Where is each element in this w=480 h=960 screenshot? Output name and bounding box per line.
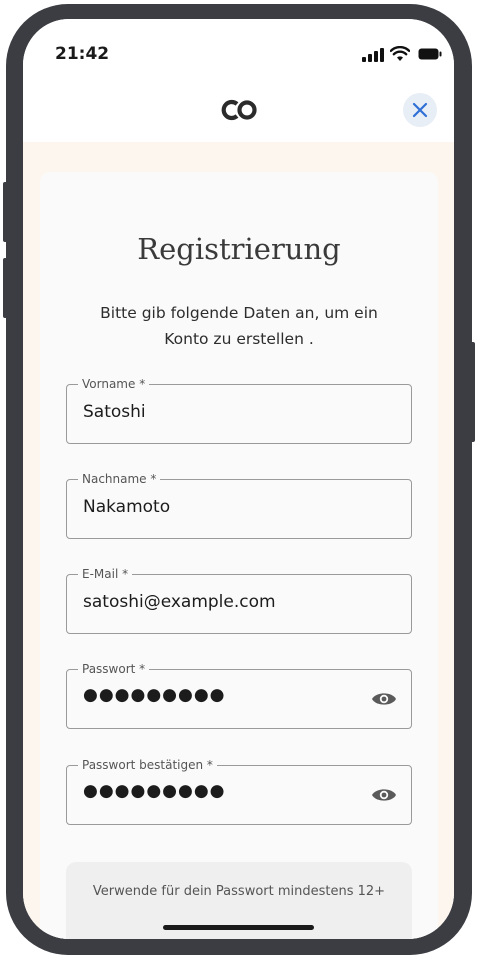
co-logo	[221, 99, 257, 121]
confirm-password-field[interactable]: Passwort bestätigen * ●●●●●●●●●	[66, 756, 412, 825]
field-label: Passwort bestätigen *	[78, 756, 217, 774]
home-indicator[interactable]	[163, 925, 314, 930]
field-label: Passwort *	[78, 660, 150, 678]
volume-button	[3, 258, 8, 318]
field-value[interactable]: satoshi@example.com	[83, 592, 276, 612]
power-button	[470, 342, 475, 442]
app-header	[23, 89, 454, 142]
eye-icon[interactable]	[371, 689, 397, 709]
page-subtitle: Bitte gib folgende Daten an, um ein Kont…	[100, 304, 378, 348]
first-name-field[interactable]: Vorname * Satoshi	[66, 375, 412, 444]
email-field[interactable]: E-Mail * satoshi@example.com	[66, 565, 412, 634]
field-label: Nachname *	[78, 470, 161, 488]
field-value[interactable]: Satoshi	[83, 402, 146, 422]
password-value[interactable]: ●●●●●●●●●	[83, 685, 226, 705]
page-title: Registrierung	[137, 232, 341, 266]
field-value[interactable]: Nakamoto	[83, 497, 170, 517]
registration-card: Registrierung Bitte gib folgende Daten a…	[40, 172, 438, 939]
password-value[interactable]: ●●●●●●●●●	[83, 781, 226, 801]
eye-icon[interactable]	[371, 785, 397, 805]
battery-icon	[418, 48, 442, 60]
close-button[interactable]	[403, 93, 437, 127]
status-bar: 21:42	[23, 19, 454, 89]
close-icon	[412, 102, 428, 118]
field-label: Vorname *	[78, 375, 150, 393]
wifi-icon	[390, 46, 410, 61]
password-field[interactable]: Passwort * ●●●●●●●●●	[66, 660, 412, 729]
last-name-field[interactable]: Nachname * Nakamoto	[66, 470, 412, 539]
status-time: 21:42	[55, 44, 110, 64]
field-label: E-Mail *	[78, 565, 133, 583]
content-area: Registrierung Bitte gib folgende Daten a…	[23, 142, 454, 939]
phone-screen: 21:42 Registrierung Bitte gib folgende D…	[23, 19, 454, 939]
password-hint: Verwende für dein Passwort mindestens 12…	[92, 884, 386, 899]
signal-icon	[362, 48, 384, 62]
mute-switch	[3, 182, 8, 242]
